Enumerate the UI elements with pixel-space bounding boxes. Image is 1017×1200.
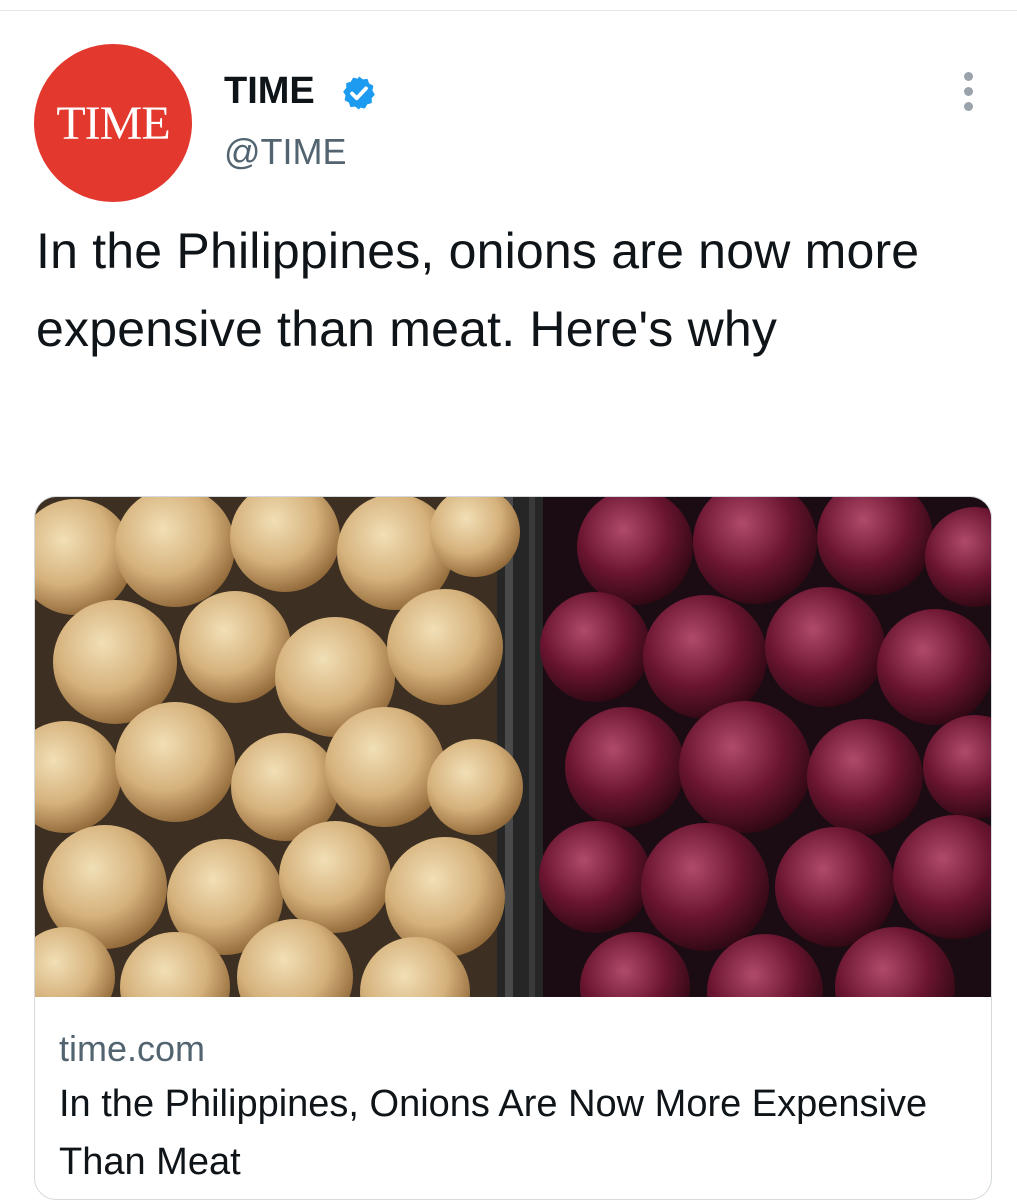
verified-badge-icon [343, 76, 375, 110]
link-card[interactable]: time.com In the Philippines, Onions Are … [34, 496, 992, 1200]
avatar[interactable]: TIME [34, 44, 192, 202]
author-name[interactable]: TIME [224, 68, 315, 114]
author-handle[interactable]: @TIME [224, 130, 347, 174]
tweet-header: TIME TIME @TIME [0, 0, 1017, 202]
card-domain[interactable]: time.com [59, 1027, 205, 1071]
onions-photo [35, 497, 991, 997]
time-logo: TIME [56, 97, 170, 150]
more-options-icon[interactable] [954, 68, 984, 114]
tweet-text: In the Philippines, onions are now more … [36, 223, 920, 357]
card-title[interactable]: In the Philippines, Onions Are Now More … [59, 1075, 959, 1191]
